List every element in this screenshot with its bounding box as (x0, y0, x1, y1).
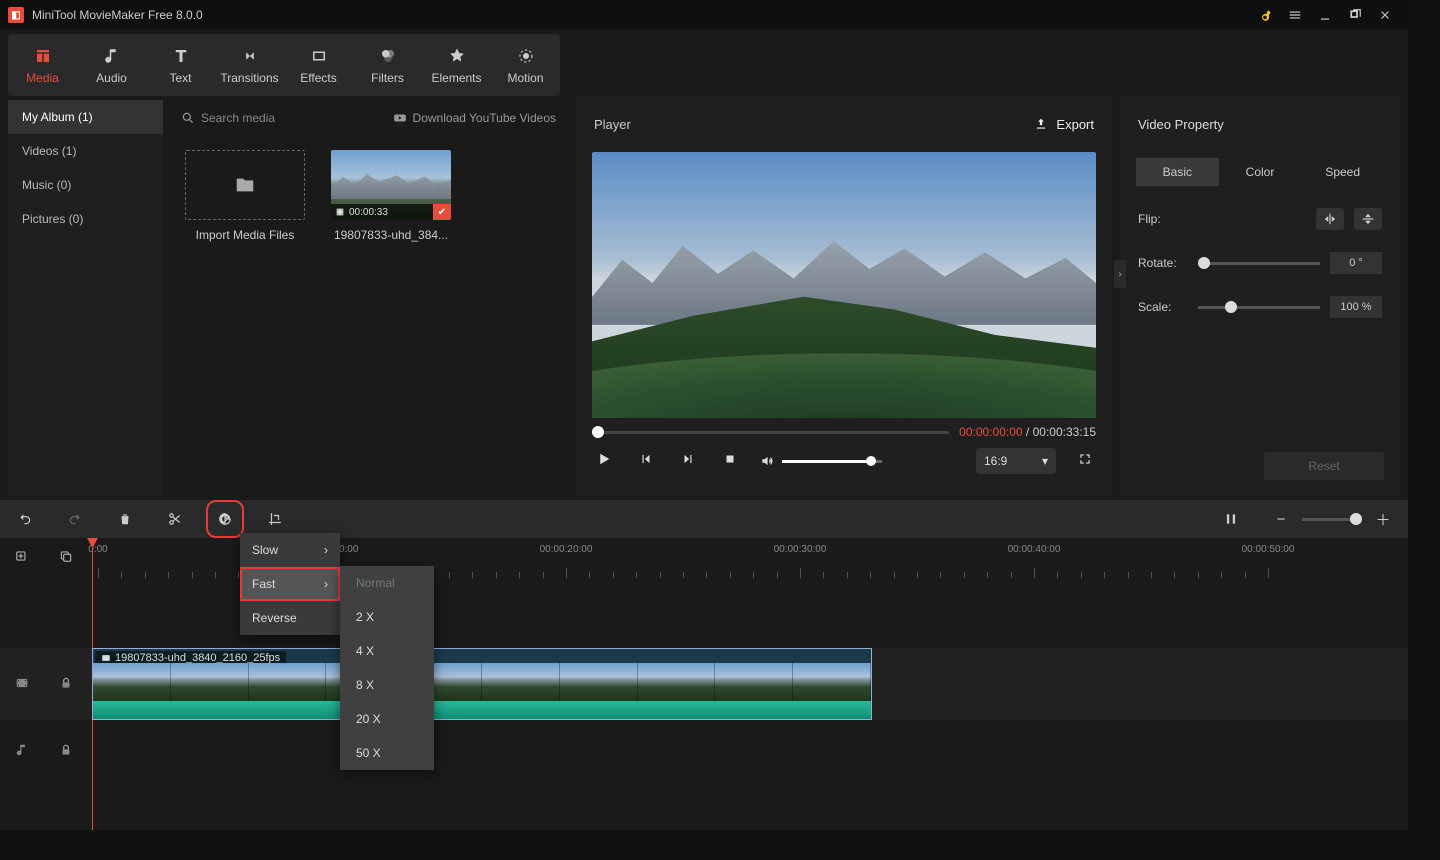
track-list-button[interactable] (59, 549, 73, 568)
scale-value[interactable]: 100 % (1330, 296, 1382, 318)
flip-vertical-button[interactable] (1354, 208, 1382, 230)
player-preview[interactable] (592, 152, 1096, 418)
speed-20x[interactable]: 20 X (340, 702, 434, 736)
speed-normal: Normal (340, 566, 434, 600)
ribbon-motion[interactable]: Motion (491, 34, 560, 96)
aspect-ratio-select[interactable]: 16:9▾ (976, 448, 1056, 474)
media-sidebar: My Album (1) Videos (1) Music (0) Pictur… (8, 100, 163, 496)
speed-50x[interactable]: 50 X (340, 736, 434, 770)
tab-speed[interactable]: Speed (1301, 158, 1384, 186)
speed-8x[interactable]: 8 X (340, 668, 434, 702)
app-title: MiniTool MovieMaker Free 8.0.0 (32, 8, 203, 22)
key-icon[interactable] (1250, 0, 1280, 30)
ribbon-effects[interactable]: Effects (284, 34, 353, 96)
search-icon (181, 111, 195, 125)
film-icon (335, 207, 345, 217)
app-logo: ◧ (8, 7, 24, 23)
youtube-icon (393, 111, 407, 125)
play-button[interactable] (592, 450, 616, 473)
time-display: 00:00:00:00 / 00:00:33:15 (959, 425, 1096, 439)
undo-button[interactable] (14, 508, 36, 530)
ribbon-elements[interactable]: Elements (422, 34, 491, 96)
motion-icon (517, 45, 535, 67)
export-icon (1034, 117, 1048, 131)
sidebar-item-pictures[interactable]: Pictures (0) (8, 202, 163, 236)
stop-button[interactable] (718, 452, 742, 471)
titlebar: ◧ MiniTool MovieMaker Free 8.0.0 (0, 0, 1408, 30)
zoom-out-button[interactable]: − (1270, 508, 1292, 530)
search-input[interactable]: Search media (181, 111, 275, 125)
ribbon-text[interactable]: Text (146, 34, 215, 96)
timeline-clip[interactable]: 19807833-uhd_3840_2160_25fps (92, 648, 872, 720)
media-clip-tile[interactable]: 00:00:33 ✔ 19807833-uhd_384... (329, 150, 453, 242)
import-media-tile[interactable]: Import Media Files (183, 150, 307, 242)
elements-icon (448, 45, 466, 67)
tab-basic[interactable]: Basic (1136, 158, 1219, 186)
speed-fast-submenu: Normal 2 X 4 X 8 X 20 X 50 X (340, 566, 434, 770)
audio-track-icon[interactable] (15, 743, 29, 760)
rotate-value[interactable]: 0 ° (1330, 252, 1382, 274)
speed-fast[interactable]: Fast› (240, 567, 340, 601)
sidebar-item-myalbum[interactable]: My Album (1) (8, 100, 163, 134)
volume-icon (760, 454, 774, 468)
ribbon: Media Audio Text Transitions Effects Fil… (8, 34, 560, 96)
effects-icon (310, 45, 328, 67)
zoom-in-button[interactable]: ＋ (1372, 508, 1394, 530)
rotate-slider[interactable] (1198, 262, 1320, 265)
minimize-icon[interactable] (1310, 0, 1340, 30)
zoom-slider[interactable] (1302, 518, 1362, 521)
video-track-lock[interactable] (59, 676, 73, 693)
speed-reverse[interactable]: Reverse (240, 601, 340, 635)
audio-track-lock[interactable] (59, 743, 73, 760)
transitions-icon (241, 45, 259, 67)
chevron-right-icon: › (324, 543, 328, 557)
ribbon-media[interactable]: Media (8, 34, 77, 96)
check-icon: ✔ (433, 204, 451, 220)
export-button[interactable]: Export (1034, 117, 1094, 132)
split-button[interactable] (164, 508, 186, 530)
reset-button[interactable]: Reset (1264, 452, 1384, 480)
crop-button[interactable] (264, 508, 286, 530)
chevron-right-icon: › (324, 577, 328, 591)
sidebar-item-videos[interactable]: Videos (1) (8, 134, 163, 168)
text-icon (172, 45, 190, 67)
speed-button[interactable] (214, 508, 236, 530)
volume-control[interactable] (760, 454, 882, 468)
ribbon-audio[interactable]: Audio (77, 34, 146, 96)
collapse-panel-button[interactable]: › (1114, 260, 1126, 288)
folder-icon (232, 174, 258, 196)
speed-menu: Slow› Fast› Reverse (240, 533, 340, 635)
delete-button[interactable] (114, 508, 136, 530)
video-track-icon[interactable] (15, 676, 29, 693)
filters-icon (379, 45, 397, 67)
flip-horizontal-button[interactable] (1316, 208, 1344, 230)
property-title: Video Property (1120, 96, 1400, 152)
speed-slow[interactable]: Slow› (240, 533, 340, 567)
seek-bar[interactable] (592, 431, 949, 434)
next-frame-button[interactable] (676, 452, 700, 471)
fullscreen-button[interactable] (1074, 452, 1096, 471)
menu-icon[interactable] (1280, 0, 1310, 30)
media-icon (34, 45, 52, 67)
close-icon[interactable] (1370, 0, 1400, 30)
audio-icon (103, 45, 121, 67)
tab-color[interactable]: Color (1219, 158, 1302, 186)
add-track-button[interactable] (15, 549, 29, 568)
player-title: Player (594, 117, 631, 132)
prev-frame-button[interactable] (634, 452, 658, 471)
speed-2x[interactable]: 2 X (340, 600, 434, 634)
ribbon-filters[interactable]: Filters (353, 34, 422, 96)
film-icon (101, 653, 111, 663)
download-youtube-button[interactable]: Download YouTube Videos (393, 111, 556, 125)
scale-slider[interactable] (1198, 306, 1320, 309)
marker-button[interactable] (1220, 508, 1242, 530)
redo-button[interactable] (64, 508, 86, 530)
ribbon-transitions[interactable]: Transitions (215, 34, 284, 96)
chevron-down-icon: ▾ (1042, 454, 1048, 468)
sidebar-item-music[interactable]: Music (0) (8, 168, 163, 202)
maximize-icon[interactable] (1340, 0, 1370, 30)
speed-4x[interactable]: 4 X (340, 634, 434, 668)
